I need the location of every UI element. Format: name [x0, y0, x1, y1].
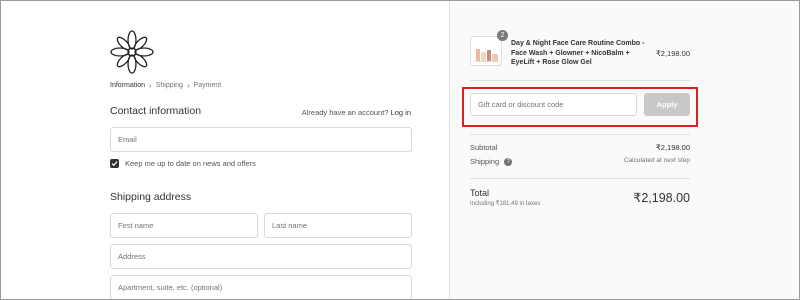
chevron-right-icon: › — [149, 81, 152, 90]
divider — [470, 178, 690, 179]
product-thumbnail — [470, 36, 502, 66]
store-logo[interactable] — [110, 30, 154, 74]
account-prompt-text: Already have an account? — [301, 108, 389, 117]
newsletter-checkbox[interactable] — [110, 159, 119, 168]
apply-discount-button[interactable]: Apply — [644, 93, 690, 116]
subtotal-value: ₹2,198.00 — [656, 143, 690, 152]
taxes-note: Including ₹181.49 in taxes — [470, 201, 541, 207]
shipping-label: Shipping — [470, 157, 500, 166]
newsletter-label: Keep me up to date on news and offers — [125, 159, 256, 168]
total-label: Total — [470, 188, 490, 198]
checkout-form-panel: Information › Shipping › Payment Contact… — [0, 0, 449, 300]
address-field[interactable]: Address — [110, 244, 412, 269]
chevron-right-icon: › — [186, 81, 190, 90]
last-name-field[interactable]: Last name — [264, 213, 412, 238]
product-price: ₹2,198.00 — [656, 49, 690, 58]
divider — [470, 134, 690, 135]
first-name-field[interactable]: First name — [110, 213, 258, 238]
shipping-section-title: Shipping address — [110, 191, 192, 203]
discount-code-input[interactable]: Gift card or discount code — [470, 93, 637, 116]
breadcrumb: Information › Shipping › Payment — [110, 81, 221, 90]
total-value: ₹2,198.00 — [633, 191, 690, 205]
account-prompt: Already have an account? Log in — [302, 108, 411, 117]
subtotal-label: Subtotal — [470, 143, 498, 152]
quantity-badge: 2 — [497, 30, 508, 41]
help-icon[interactable]: ? — [504, 158, 513, 167]
shipping-row: Shipping ? Calculated at next step — [470, 157, 690, 167]
newsletter-option[interactable]: Keep me up to date on news and offers — [110, 159, 256, 168]
breadcrumb-payment[interactable]: Payment — [194, 82, 222, 89]
shipping-value: Calculated at next step — [623, 157, 690, 164]
divider — [470, 80, 690, 81]
product-image — [474, 49, 500, 62]
email-field[interactable]: Email — [110, 127, 412, 152]
subtotal-row: Subtotal ₹2,198.00 — [470, 143, 690, 152]
breadcrumb-shipping[interactable]: Shipping — [156, 82, 183, 89]
apartment-field[interactable]: Apartment, suite, etc. (optional) — [110, 275, 412, 300]
breadcrumb-information[interactable]: Information — [110, 82, 145, 89]
login-link[interactable]: Log in — [391, 108, 411, 117]
contact-section-title: Contact information — [110, 105, 202, 117]
cart-line-item: 2 Day & Night Face Care Routine Combo - … — [470, 30, 690, 66]
checkmark-icon — [111, 161, 118, 167]
product-name: Day & Night Face Care Routine Combo - Fa… — [511, 40, 645, 66]
